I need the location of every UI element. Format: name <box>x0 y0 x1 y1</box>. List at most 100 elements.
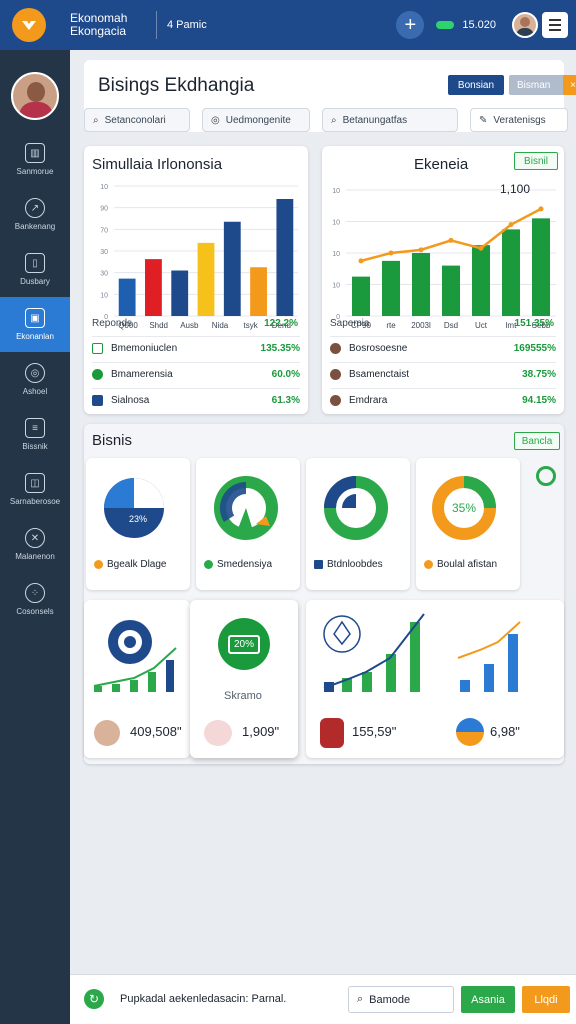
kpi-1-chart <box>93 620 177 692</box>
edit-icon: ✎ <box>479 114 488 126</box>
search-icon: ⌕ <box>331 114 337 126</box>
divider <box>156 11 157 39</box>
sim-row-value: 60.0% <box>271 369 300 380</box>
half-circle-icon <box>456 718 484 746</box>
search-input-1[interactable]: ⌕ Setanconolari <box>84 108 190 132</box>
kpi-value: 6,98" <box>490 724 520 739</box>
sidebar-item-ashoel[interactable]: ◎ Ashoel <box>0 352 70 407</box>
eko-footer-left: Sapemia <box>330 318 370 329</box>
eko-row-label: Emdrara <box>349 395 388 406</box>
sidebar-item-label: Bissnik <box>22 442 48 451</box>
search-input-3-text: Betanungatfas <box>342 114 408 126</box>
footer-bar: ↻ Pupkadal aekenledasacin: Parnal. ⌕ Bam… <box>70 974 576 1024</box>
donut-4-center: 35% <box>452 501 476 515</box>
hamburger-menu-icon[interactable] <box>542 12 568 38</box>
footer-search-input[interactable]: ⌕ Bamode <box>348 986 454 1013</box>
search-input-3[interactable]: ⌕ Betanungatfas <box>322 108 458 132</box>
donut-chart-3 <box>324 476 388 540</box>
search-icon: ⌕ <box>357 993 364 1005</box>
sim-footer-right: 122.2% <box>264 318 298 329</box>
sim-row[interactable]: Bmemoniuclen 135.35% <box>92 336 300 360</box>
simulation-card-title: Simullaia Irlononsia <box>92 156 223 173</box>
sidebar-item-ekonanlan[interactable]: ▣ Ekonanlan <box>0 297 70 352</box>
sim-row-value: 61.3% <box>271 395 300 406</box>
y-tick-label: 30 <box>100 249 108 256</box>
legend-dot <box>314 560 323 569</box>
donut-card[interactable]: Smedensiya <box>196 458 300 590</box>
sidebar-item-label: Ashoel <box>22 387 48 396</box>
donut-card[interactable]: Btdnloobdes <box>306 458 410 590</box>
eko-row[interactable]: Bsamenctaist 38.75% <box>330 362 556 386</box>
ekeneia-card: Ekeneia Bisnil 10 10 10 10 0 CP90 rte 2003l Dsd… <box>322 146 564 414</box>
document-icon: ≡ <box>25 418 45 438</box>
kpi-card[interactable]: 409,508" <box>84 600 190 758</box>
bar <box>352 276 370 316</box>
trend-point <box>388 250 394 256</box>
app-logo-icon[interactable] <box>12 8 46 42</box>
top-subtitle[interactable]: 4 Pamic <box>167 19 207 31</box>
sim-row-label: Sialnosa <box>111 395 150 406</box>
x-tick-label: Dsd <box>444 321 458 330</box>
profile-avatar[interactable] <box>11 72 59 120</box>
footer-primary-button[interactable]: Asania <box>461 986 515 1013</box>
x-tick-label: Shdd <box>149 321 168 330</box>
sidebar-item-dusbary[interactable]: ▯ Dusbary <box>0 242 70 297</box>
filter-button[interactable]: ✎ Veratenisgs <box>470 108 568 132</box>
donut-card[interactable]: 35% Boulal afistan <box>416 458 520 590</box>
footer-secondary-button[interactable]: Llqdi <box>522 986 570 1013</box>
add-button[interactable]: + <box>396 11 425 39</box>
donut-card[interactable]: 23% Bgealk Dlage <box>86 458 190 590</box>
window-icon: ▣ <box>25 308 45 328</box>
refresh-icon[interactable] <box>536 466 556 486</box>
donut-label: Btdnloobdes <box>314 559 406 570</box>
footer-search-text: Bamode <box>369 993 411 1006</box>
close-icon[interactable]: × <box>563 75 576 95</box>
user-avatar[interactable] <box>512 12 538 38</box>
y-tick-label: 10 <box>100 292 108 299</box>
person-icon <box>330 395 341 406</box>
search-input-2-text: Uedmongenite <box>225 114 291 126</box>
chart-line-icon: ↗ <box>25 198 45 218</box>
check-icon <box>92 369 103 380</box>
donut-chart-2 <box>214 476 278 540</box>
kpi-card-wide[interactable]: 155,59" 6,98" <box>306 600 564 758</box>
trend-point <box>508 222 514 228</box>
bar <box>412 253 430 316</box>
top-bar: Ekonomah Ekongacia 4 Pamic + 15.020 <box>0 0 576 50</box>
eko-row-value: 169555% <box>513 343 556 354</box>
bisnis-badge[interactable]: Bancla <box>514 432 560 450</box>
refresh-icon[interactable]: ↻ <box>84 989 104 1009</box>
donut-label-text: Bgealk Dlage <box>107 559 167 570</box>
donut-chart-1: 23% <box>104 478 164 538</box>
badge-circle: 20% <box>218 618 270 670</box>
target-icon: ◎ <box>211 114 220 126</box>
sidebar-item-bankenang[interactable]: ↗ Bankenang <box>0 187 70 242</box>
ekeneia-badge[interactable]: Bisnil <box>514 152 558 170</box>
bar <box>118 278 136 316</box>
donut-chart-4: 35% <box>432 476 496 540</box>
search-input-2[interactable]: ◎ Uedmongenite <box>202 108 310 132</box>
legend-dot <box>94 560 103 569</box>
sidebar-item-bissnik[interactable]: ≡ Bissnik <box>0 407 70 462</box>
sim-row[interactable]: Sialnosa 61.3% <box>92 388 300 412</box>
kpi-card[interactable]: 20% Skramo 1,909" <box>190 600 298 758</box>
eko-row[interactable]: Emdrara 94.15% <box>330 388 556 412</box>
trend-point <box>538 206 544 212</box>
sim-row[interactable]: Bmamerensia 60.0% <box>92 362 300 386</box>
ekeneia-card-title: Ekeneia <box>414 156 469 173</box>
bar <box>442 265 460 316</box>
simulation-card: Simullaia Irlononsia 10 90 70 30 30 10 0 Q000 S… <box>84 146 308 414</box>
bar <box>145 259 162 316</box>
kpi-value: 1,909" <box>242 724 280 739</box>
sidebar-item-sanmorue[interactable]: ▥ Sanmorue <box>0 132 70 187</box>
donut-label-text: Btdnloobdes <box>327 559 383 570</box>
kpi-wide-chart <box>323 613 521 692</box>
sidebar-item-cosonsels[interactable]: ⁘ Cosonsels <box>0 572 70 627</box>
trend-point <box>418 247 424 253</box>
sidebar-item-sarnaberosoe[interactable]: ◫ Sarnaberosoe <box>0 462 70 517</box>
eko-row[interactable]: Bosrosoesne 169555% <box>330 336 556 360</box>
filter-button-label: Veratenisgs <box>493 114 546 126</box>
bar <box>197 242 215 316</box>
sidebar-item-malanenon[interactable]: ✕ Malanenon <box>0 517 70 572</box>
footer-text: Pupkadal aekenledasacin: Parnal. <box>120 993 287 1005</box>
